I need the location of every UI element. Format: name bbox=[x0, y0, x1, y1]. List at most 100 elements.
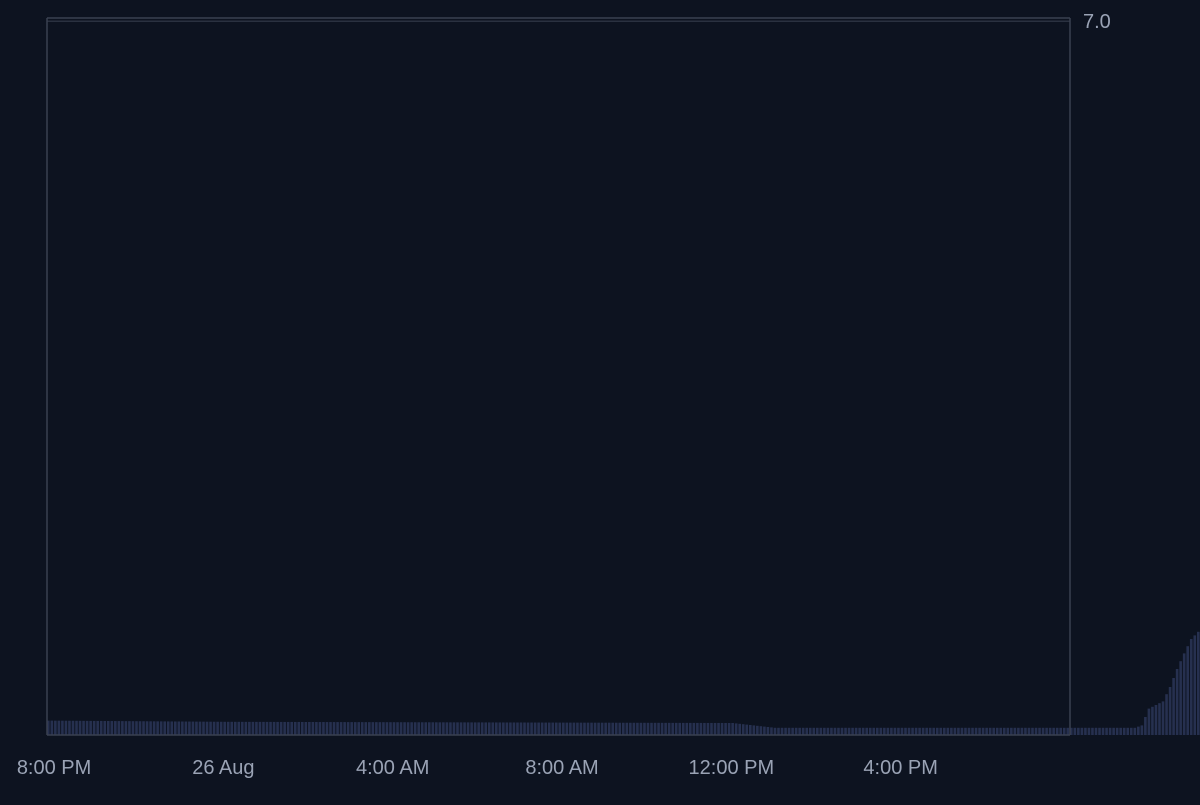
volume-bar bbox=[985, 727, 988, 735]
volume-bar bbox=[900, 727, 904, 735]
volume-bar bbox=[851, 727, 854, 735]
volume-bar bbox=[523, 722, 526, 735]
volume-bar bbox=[117, 721, 121, 735]
volume-bar bbox=[935, 727, 939, 735]
volume-bar bbox=[50, 720, 54, 735]
volume-bar bbox=[315, 722, 318, 735]
volume-bar bbox=[68, 720, 71, 735]
volume-bar bbox=[621, 722, 625, 735]
volume-bar bbox=[163, 721, 167, 735]
volume-bar bbox=[152, 721, 156, 735]
volume-bar bbox=[967, 727, 971, 735]
volume-bar bbox=[300, 721, 304, 735]
volume-bar bbox=[82, 720, 85, 735]
x-tick-label: 8:00 AM bbox=[525, 757, 598, 779]
volume-bar bbox=[960, 727, 964, 735]
volume-bar bbox=[886, 727, 890, 735]
volume-bar bbox=[241, 721, 244, 735]
volume-bar bbox=[950, 727, 953, 735]
volume-bar bbox=[195, 721, 198, 735]
volume-bar bbox=[399, 722, 403, 735]
price-chart[interactable]: 7.08.09.010.011.0 8:00 PM26 Aug4:00 AM8:… bbox=[0, 0, 1200, 800]
volume-bar bbox=[706, 722, 710, 735]
volume-bar bbox=[530, 722, 533, 735]
volume-bar bbox=[251, 721, 255, 735]
volume-bar bbox=[583, 722, 586, 735]
volume-bar bbox=[547, 722, 551, 735]
volume-bar bbox=[805, 727, 809, 735]
volume-bar bbox=[1133, 727, 1137, 735]
volume-bar bbox=[794, 727, 798, 735]
volume-bar bbox=[562, 722, 565, 735]
volume-bar bbox=[928, 727, 932, 735]
volume-bar bbox=[1091, 727, 1094, 735]
volume-bar bbox=[498, 722, 502, 735]
volume-bar bbox=[554, 722, 558, 735]
volume-bar bbox=[1168, 687, 1172, 735]
volume-bar bbox=[667, 722, 671, 735]
volume-bar bbox=[343, 722, 346, 735]
volume-bar bbox=[1112, 727, 1115, 735]
volume-bar bbox=[262, 721, 265, 735]
volume-bar bbox=[1024, 727, 1027, 735]
volume-bar bbox=[1115, 727, 1119, 735]
volume-bar bbox=[431, 722, 435, 735]
volume-bar bbox=[177, 721, 181, 735]
volume-bar bbox=[459, 722, 463, 735]
volume-bar bbox=[558, 722, 562, 735]
y-axis-ticks: 7.08.09.010.011.0 bbox=[1083, 11, 1111, 33]
volume-bar bbox=[128, 721, 131, 735]
volume-bar bbox=[1077, 727, 1080, 735]
volume-bar bbox=[1158, 703, 1161, 735]
volume-bar bbox=[420, 722, 424, 735]
volume-bar bbox=[1147, 708, 1151, 735]
volume-bar bbox=[639, 722, 643, 735]
volume-bar bbox=[138, 721, 142, 735]
volume-bar bbox=[625, 722, 629, 735]
volume-bar bbox=[784, 727, 787, 735]
volume-bar bbox=[854, 727, 858, 735]
volume-bar bbox=[413, 722, 417, 735]
volume-bar bbox=[586, 722, 590, 735]
volume-bar bbox=[840, 727, 844, 735]
volume-bar bbox=[875, 727, 879, 735]
volume-bar bbox=[205, 721, 209, 735]
volume-bar bbox=[106, 721, 110, 735]
volume-bar bbox=[318, 722, 322, 735]
volume-bar bbox=[576, 722, 579, 735]
volume-bar bbox=[1027, 727, 1031, 735]
volume-bar bbox=[449, 722, 452, 735]
volume-bar bbox=[346, 722, 350, 735]
volume-bar bbox=[685, 722, 689, 735]
volume-bar bbox=[1010, 727, 1013, 735]
volume-bar bbox=[932, 727, 936, 735]
volume-bar bbox=[191, 721, 195, 735]
volume-bar bbox=[371, 722, 375, 735]
volume-bar bbox=[1182, 653, 1186, 735]
x-tick-label: 12:00 PM bbox=[689, 757, 775, 779]
volume-bar bbox=[819, 727, 823, 735]
volume-bar bbox=[403, 722, 406, 735]
x-tick-label: 4:00 PM bbox=[863, 757, 937, 779]
volume-bar bbox=[353, 722, 357, 735]
volume-bar bbox=[526, 722, 530, 735]
volume-bar bbox=[537, 722, 540, 735]
volume-bar bbox=[872, 727, 876, 735]
volume-bar bbox=[710, 722, 713, 735]
volume-bar bbox=[745, 724, 749, 735]
volume-bar bbox=[914, 727, 918, 735]
volume-bar bbox=[463, 722, 466, 735]
axes bbox=[46, 17, 1071, 736]
volume-bar bbox=[188, 721, 191, 735]
volume-bar bbox=[731, 723, 734, 735]
volume-bar bbox=[1108, 727, 1112, 735]
price-chart-svg[interactable]: 7.08.09.010.011.0 8:00 PM26 Aug4:00 AM8:… bbox=[0, 0, 1200, 800]
volume-bar bbox=[791, 727, 794, 735]
volume-bar bbox=[995, 727, 999, 735]
volume-bar bbox=[269, 721, 272, 735]
volume-bar bbox=[99, 720, 103, 735]
volume-bar bbox=[830, 727, 833, 735]
volume-bar bbox=[911, 727, 914, 735]
volume-bar bbox=[1101, 727, 1105, 735]
volume-bar bbox=[226, 721, 230, 735]
